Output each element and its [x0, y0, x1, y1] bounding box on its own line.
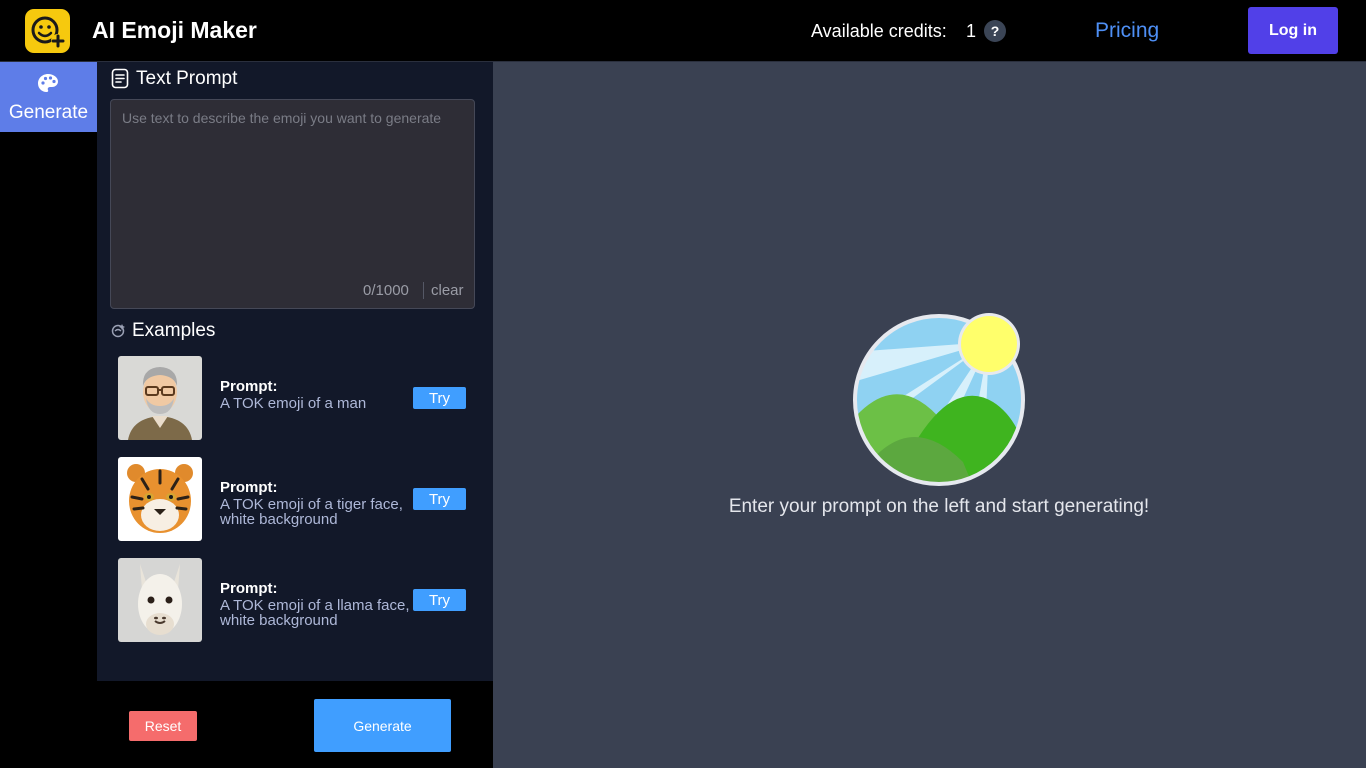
- examples-title: Examples: [132, 320, 216, 341]
- help-icon[interactable]: ?: [984, 20, 1006, 42]
- example-item: Prompt: A TOK emoji of a llama face, whi…: [118, 558, 478, 644]
- sparkle-icon: [111, 324, 125, 338]
- example-prompt-text: A TOK emoji of a tiger face, white backg…: [220, 496, 403, 528]
- try-button[interactable]: Try: [413, 387, 466, 409]
- example-prompt-label: Prompt:: [220, 479, 278, 496]
- prompt-textarea[interactable]: [111, 100, 474, 270]
- preview-message: Enter your prompt on the left and start …: [728, 496, 1150, 517]
- palette-icon: [38, 74, 58, 92]
- nav-item-generate[interactable]: Generate: [0, 62, 97, 132]
- action-bar: Reset Generate: [97, 681, 493, 768]
- generate-button[interactable]: Generate: [314, 699, 451, 752]
- example-prompt-label: Prompt:: [220, 378, 278, 395]
- example-item: Prompt: A TOK emoji of a tiger face, whi…: [118, 457, 478, 543]
- app-title: AI Emoji Maker: [92, 17, 257, 43]
- char-count: 0/1000: [363, 282, 409, 299]
- pricing-link[interactable]: Pricing: [1095, 19, 1159, 43]
- example-prompt-text: A TOK emoji of a llama face, white backg…: [220, 597, 410, 629]
- try-button[interactable]: Try: [413, 589, 466, 611]
- nav-generate-label: Generate: [8, 102, 89, 123]
- try-button[interactable]: Try: [413, 488, 466, 510]
- landscape-image-icon: [853, 313, 1025, 486]
- credits-label: Available credits:: [811, 21, 947, 41]
- reset-button[interactable]: Reset: [129, 711, 197, 741]
- credits-value: 1: [966, 21, 977, 41]
- clear-button[interactable]: clear: [431, 282, 464, 299]
- example-item: Prompt: A TOK emoji of a man Try: [118, 356, 478, 442]
- preview-area: Enter your prompt on the left and start …: [493, 62, 1366, 768]
- man-emoji-thumbnail: [118, 356, 202, 440]
- text-prompt-title: Text Prompt: [136, 68, 238, 89]
- prompt-panel: Text Prompt 0/1000 clear Examples P: [97, 62, 493, 681]
- document-icon: [111, 68, 129, 89]
- emoji-add-icon[interactable]: [25, 9, 70, 53]
- llama-emoji-thumbnail: [118, 558, 202, 642]
- login-button[interactable]: Log in: [1248, 7, 1338, 54]
- tiger-emoji-thumbnail: [118, 457, 202, 541]
- example-prompt-text: A TOK emoji of a man: [220, 395, 367, 412]
- example-prompt-label: Prompt:: [220, 580, 278, 597]
- prompt-box: 0/1000 clear: [110, 99, 475, 309]
- top-header: AI Emoji Maker Available credits: 1 ? Pr…: [0, 0, 1366, 62]
- count-divider: [423, 282, 424, 299]
